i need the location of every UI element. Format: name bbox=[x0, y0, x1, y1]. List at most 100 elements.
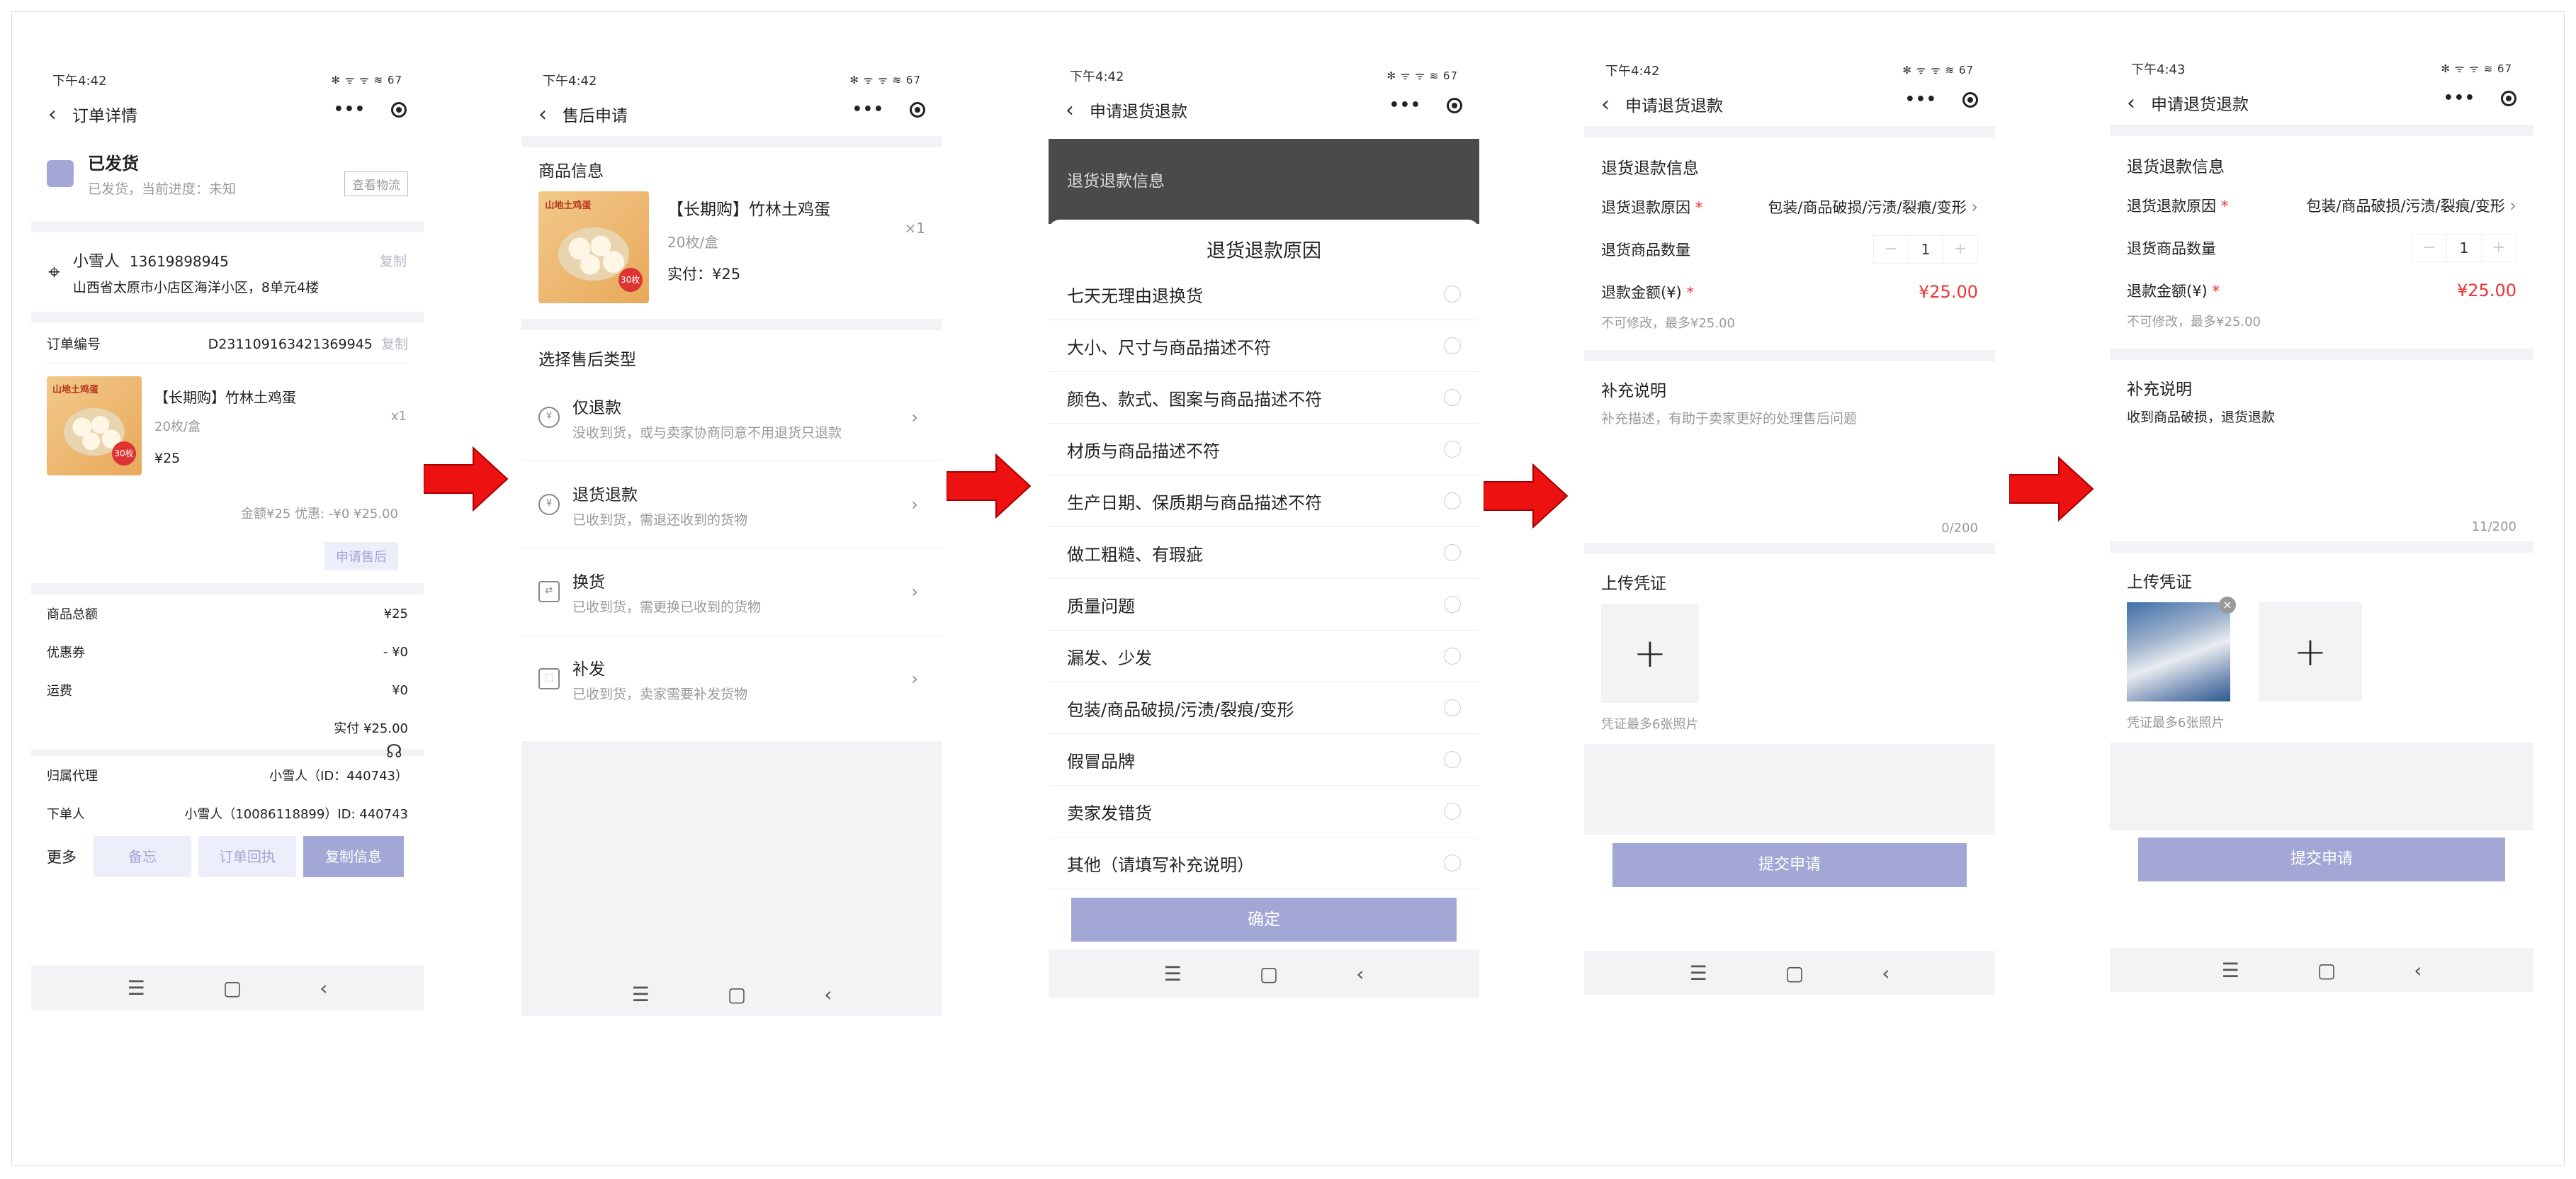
coupon-value: - ¥0 bbox=[383, 644, 408, 660]
supplement-input[interactable]: 补充描述，有助于卖家更好的处理售后问题 0/200 bbox=[1584, 408, 1995, 543]
home-icon[interactable]: ▢ bbox=[1260, 962, 1278, 986]
radio-icon[interactable] bbox=[1444, 492, 1461, 509]
reason-option[interactable]: 大小、尺寸与商品描述不符 bbox=[1049, 320, 1479, 372]
reason-option[interactable]: 包装/商品破损/污渍/裂痕/变形 bbox=[1049, 682, 1479, 734]
reason-option[interactable]: 生产日期、保质期与商品描述不符 bbox=[1049, 475, 1479, 527]
type-desc: 没收到货，或与卖家协商同意不用退货只退款 bbox=[572, 424, 842, 441]
home-icon[interactable]: ▢ bbox=[223, 976, 242, 1000]
reason-option[interactable]: 做工粗糙、有瑕疵 bbox=[1049, 527, 1479, 579]
radio-icon[interactable] bbox=[1444, 389, 1461, 406]
back-icon[interactable]: ‹ bbox=[1601, 92, 1610, 117]
radio-icon[interactable] bbox=[1444, 699, 1461, 716]
quantity-stepper[interactable]: −1 + bbox=[2412, 234, 2516, 262]
copy-info-button[interactable]: 复制信息 bbox=[303, 836, 404, 877]
radio-icon[interactable] bbox=[1444, 751, 1461, 768]
reason-field[interactable]: 退货退款原因 * 包装/商品破损/污渍/裂痕/变形 › bbox=[1584, 186, 1995, 228]
qty-value: 1 bbox=[1908, 236, 1943, 263]
close-miniapp-icon[interactable] bbox=[391, 101, 407, 118]
reason-option[interactable]: 卖家发错货 bbox=[1049, 786, 1479, 837]
radio-icon[interactable] bbox=[1444, 441, 1461, 458]
customer-service-icon[interactable]: ☊ bbox=[386, 732, 402, 772]
resend-icon: ⬚ bbox=[538, 668, 560, 689]
view-logistics-button[interactable]: 查看物流 bbox=[344, 171, 408, 196]
reason-value: 包装/商品破损/污渍/裂痕/变形 bbox=[1768, 199, 1967, 216]
close-miniapp-icon[interactable] bbox=[910, 101, 925, 118]
radio-icon[interactable] bbox=[1444, 803, 1461, 820]
type-refund-only[interactable]: ¥ 仅退款 没收到货，或与卖家协商同意不用退货只退款 › bbox=[521, 374, 942, 461]
status-bar: 下午4:42 ✻ ᯤ ᯤ ≋ 67 bbox=[31, 68, 424, 92]
reason-option[interactable]: 质量问题 bbox=[1049, 579, 1479, 631]
reason-option[interactable]: 其他（请填写补充说明） bbox=[1049, 837, 1479, 889]
back-icon[interactable]: ‹ bbox=[538, 102, 547, 127]
divider bbox=[31, 312, 424, 323]
minus-icon[interactable]: − bbox=[1874, 236, 1908, 263]
more-icon[interactable]: ••• bbox=[1389, 96, 1421, 114]
remove-photo-icon[interactable]: × bbox=[2219, 597, 2236, 614]
submit-button[interactable]: 提交申请 bbox=[1612, 843, 1967, 887]
uploaded-photo[interactable]: × bbox=[2127, 597, 2236, 701]
confirm-button[interactable]: 确定 bbox=[1071, 898, 1457, 942]
submit-button[interactable]: 提交申请 bbox=[2138, 837, 2505, 881]
home-icon[interactable]: ▢ bbox=[2317, 959, 2336, 982]
reason-option[interactable]: 材质与商品描述不符 bbox=[1049, 424, 1479, 475]
menu-icon[interactable]: ☰ bbox=[1690, 961, 1707, 985]
mini-program-capsule: ••• bbox=[1389, 96, 1462, 114]
copy-order-no-button[interactable]: 复制 bbox=[381, 337, 408, 352]
back-icon[interactable]: ‹ bbox=[2127, 91, 2135, 115]
coupon-row: 优惠券 - ¥0 bbox=[31, 633, 424, 671]
back-nav-icon[interactable]: ‹ bbox=[1882, 961, 1889, 985]
reason-option[interactable]: 漏发、少发 bbox=[1049, 631, 1479, 682]
more-actions-button[interactable]: 更多 bbox=[47, 846, 77, 867]
empty-area bbox=[2110, 743, 2533, 830]
supplement-header: 补充说明 bbox=[1601, 382, 1666, 400]
reason-option[interactable]: 七天无理由退换货 bbox=[1049, 269, 1479, 320]
add-photo-button[interactable]: + bbox=[2259, 602, 2362, 701]
radio-icon[interactable] bbox=[1444, 544, 1461, 561]
add-photo-button[interactable]: + bbox=[1601, 604, 1699, 703]
back-nav-icon[interactable]: ‹ bbox=[2414, 959, 2422, 982]
home-icon[interactable]: ▢ bbox=[728, 983, 746, 1006]
back-nav-icon[interactable]: ‹ bbox=[824, 983, 832, 1006]
type-return-refund[interactable]: ¥ 退货退款 已收到货，需退还收到的货物 › bbox=[521, 461, 942, 548]
radio-icon[interactable] bbox=[1444, 854, 1461, 871]
back-nav-icon[interactable]: ‹ bbox=[320, 976, 327, 1000]
back-nav-icon[interactable]: ‹ bbox=[1356, 962, 1364, 986]
radio-icon[interactable] bbox=[1444, 596, 1461, 613]
supplement-input[interactable]: 收到商品破损，退货退款 11/200 bbox=[2110, 407, 2533, 541]
menu-icon[interactable]: ☰ bbox=[2222, 959, 2239, 982]
product-paid: 实付：¥25 bbox=[667, 266, 741, 283]
type-exchange[interactable]: ⇄ 换货 已收到货，需更换已收到的货物 › bbox=[521, 548, 942, 636]
back-icon[interactable]: ‹ bbox=[48, 102, 57, 127]
close-miniapp-icon[interactable] bbox=[1962, 91, 1978, 108]
radio-icon[interactable] bbox=[1444, 286, 1461, 303]
reason-option[interactable]: 颜色、款式、图案与商品描述不符 bbox=[1049, 372, 1479, 424]
product-image: 山地土鸡蛋 30枚 bbox=[47, 376, 142, 475]
total-row: 商品总额 ¥25 bbox=[31, 594, 424, 633]
memo-button[interactable]: 备忘 bbox=[94, 836, 191, 877]
back-icon[interactable]: ‹ bbox=[1066, 98, 1074, 123]
more-icon[interactable]: ••• bbox=[2444, 89, 2475, 107]
reason-option[interactable]: 假冒品牌 bbox=[1049, 734, 1479, 786]
more-icon[interactable]: ••• bbox=[852, 101, 884, 118]
radio-icon[interactable] bbox=[1444, 648, 1461, 665]
order-receipt-button[interactable]: 订单回执 bbox=[198, 836, 296, 877]
radio-icon[interactable] bbox=[1444, 337, 1461, 354]
reason-field[interactable]: 退货退款原因 * 包装/商品破损/污渍/裂痕/变形 › bbox=[2110, 184, 2533, 227]
plus-icon[interactable]: + bbox=[1943, 236, 1977, 263]
menu-icon[interactable]: ☰ bbox=[632, 983, 650, 1006]
chevron-right-icon: › bbox=[2509, 196, 2516, 215]
quantity-stepper[interactable]: −1 + bbox=[1873, 235, 1978, 264]
menu-icon[interactable]: ☰ bbox=[1164, 962, 1182, 986]
type-resend[interactable]: ⬚ 补发 已收到货，卖家需要补发货物 › bbox=[521, 636, 942, 722]
amount-label: 退款金额(¥) bbox=[2127, 283, 2208, 300]
menu-icon[interactable]: ☰ bbox=[128, 976, 145, 1000]
apply-aftersale-button[interactable]: 申请售后 bbox=[324, 542, 398, 570]
minus-icon[interactable]: − bbox=[2412, 235, 2446, 261]
more-icon[interactable]: ••• bbox=[1905, 91, 1937, 108]
close-miniapp-icon[interactable] bbox=[2501, 90, 2516, 106]
more-icon[interactable]: ••• bbox=[334, 101, 366, 118]
plus-icon[interactable]: + bbox=[2482, 235, 2516, 261]
close-miniapp-icon[interactable] bbox=[1447, 97, 1462, 113]
copy-address-button[interactable]: 复制 bbox=[380, 251, 407, 270]
home-icon[interactable]: ▢ bbox=[1785, 961, 1804, 985]
